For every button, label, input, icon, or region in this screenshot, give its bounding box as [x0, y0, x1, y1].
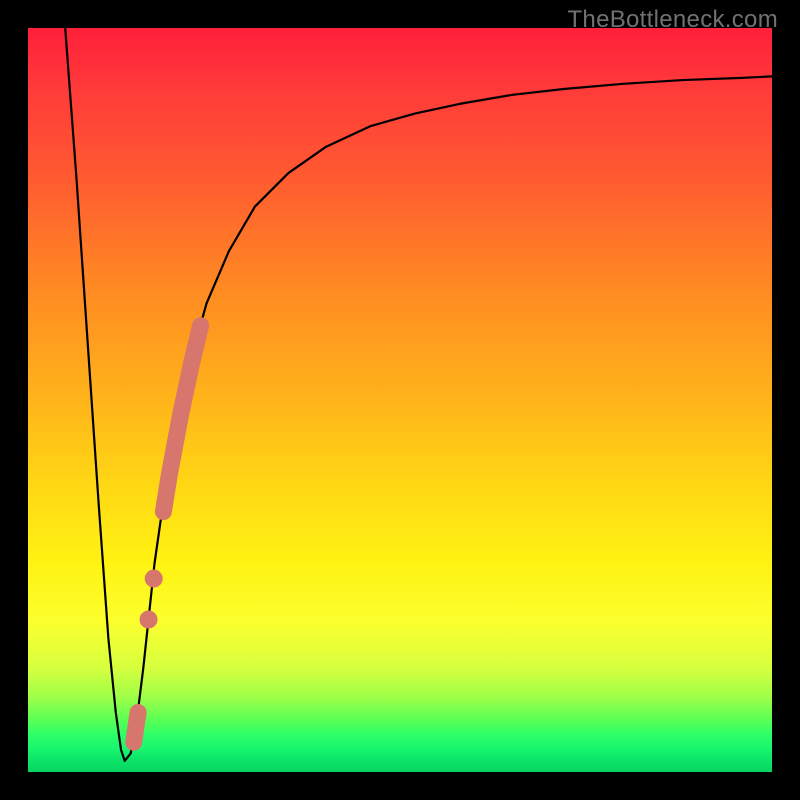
chart-frame: TheBottleneck.com	[0, 0, 800, 800]
curve-marker	[140, 611, 157, 628]
curve-marker-segment	[134, 712, 138, 742]
marker-group	[134, 326, 201, 743]
curve-marker-segment	[163, 326, 200, 512]
plot-area	[28, 28, 772, 772]
curve-marker	[145, 570, 162, 587]
curve-layer	[28, 28, 772, 772]
bottleneck-curve	[65, 28, 772, 761]
